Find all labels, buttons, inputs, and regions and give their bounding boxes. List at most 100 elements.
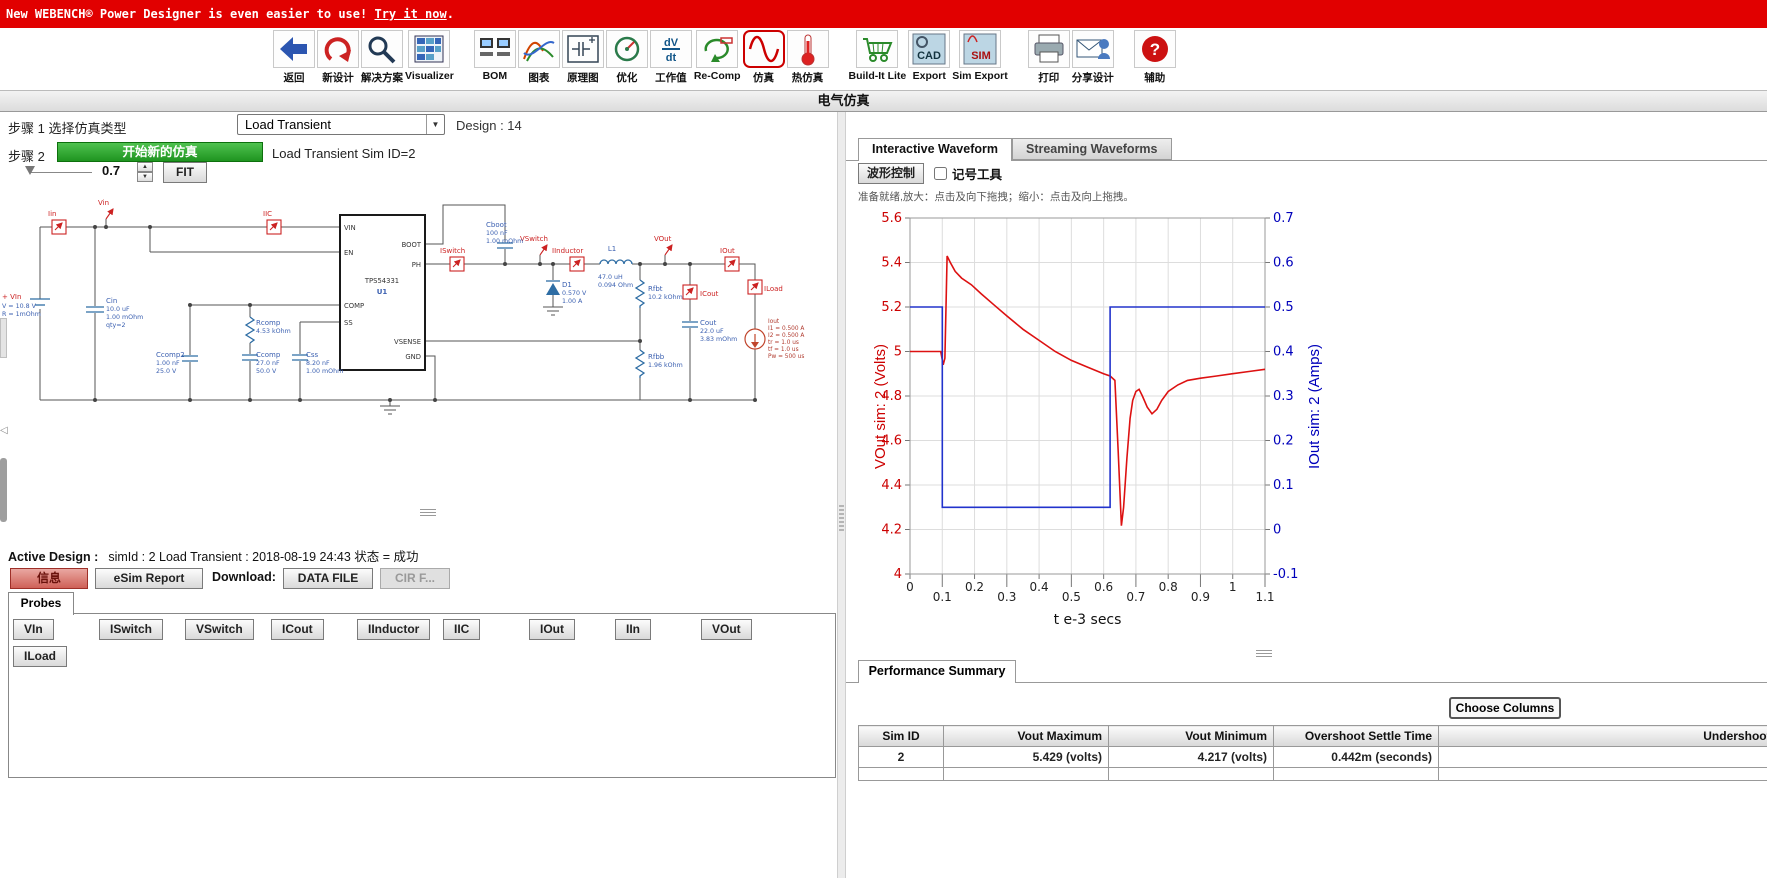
zoom-slider-track[interactable] — [30, 172, 92, 173]
probe-button-iswitch[interactable]: ISwitch — [99, 619, 164, 640]
probe-iinductor[interactable]: IInductor — [552, 247, 585, 272]
probe-iic[interactable]: IIC — [263, 210, 282, 235]
cir-file-button-disabled[interactable]: CIR F... — [380, 568, 450, 589]
component-rfbb[interactable]: Rfbb 1.96 kOhm — [648, 353, 683, 369]
probe-button-iic[interactable]: IIC — [443, 619, 481, 640]
component-cin[interactable]: Cin 10.0 uF 1.00 mOhm qty=2 — [106, 297, 143, 329]
visualizer-grid-icon — [408, 30, 451, 68]
start-simulation-button[interactable]: 开始新的仿真 — [57, 142, 263, 162]
panel-splitter[interactable] — [837, 112, 846, 878]
probes-tab[interactable]: Probes — [8, 592, 74, 615]
svg-text:1.00 nF: 1.00 nF — [156, 360, 180, 367]
tab-performance-summary[interactable]: Performance Summary — [858, 660, 1016, 683]
data-file-button[interactable]: DATA FILE — [283, 568, 373, 589]
stepper-up-button[interactable]: ▲ — [137, 162, 153, 172]
tab-streaming-waveforms[interactable]: Streaming Waveforms — [1011, 138, 1172, 160]
svg-text:Rfbt: Rfbt — [648, 285, 663, 293]
probe-button-icout[interactable]: ICout — [271, 619, 324, 640]
performance-table: Sim ID Vout Maximum Vout Minimum Oversho… — [858, 725, 1767, 781]
svg-text:0.5: 0.5 — [1062, 590, 1081, 604]
toolbar-button-new-design[interactable]: 新设计 — [317, 30, 359, 85]
toolbar-button-build-it-lite[interactable]: Build-It Lite — [849, 30, 906, 82]
component-rfbt[interactable]: Rfbt 10.2 kOhm — [648, 285, 683, 301]
toolbar-button-return[interactable]: 返回 — [273, 30, 315, 85]
toolbar-button-cad-export[interactable]: CAD Export — [908, 30, 951, 82]
toolbar-button-operating-values[interactable]: dV dt 工作值 — [649, 30, 692, 85]
component-vin-source[interactable]: + VIn V = 10.8 V R = 1mOhm — [2, 293, 41, 318]
component-css[interactable]: Css 8.20 nF 1.00 mOhm — [306, 351, 343, 375]
toolbar-button-bom[interactable]: BOM — [473, 30, 516, 82]
svg-text:0.7: 0.7 — [1126, 590, 1145, 604]
download-label: Download: — [212, 570, 276, 584]
svg-text:4: 4 — [894, 567, 902, 582]
probe-button-vin[interactable]: VIn — [13, 619, 54, 640]
toolbar-button-print[interactable]: 打印 — [1027, 30, 1070, 85]
toolbar-button-recomp[interactable]: Re-Comp — [694, 30, 741, 82]
toolbar-button-optimize[interactable]: 优化 — [605, 30, 648, 85]
component-iout-source[interactable]: Iout I1 = 0.500 A I2 = 0.500 A tr = 1.0 … — [768, 319, 804, 360]
zoom-slider-thumb[interactable] — [25, 166, 35, 175]
probe-button-iout[interactable]: IOut — [529, 619, 575, 640]
component-cboot[interactable]: Cboot 100 nF 1.00 mOhm — [486, 221, 523, 245]
tab-interactive-waveform[interactable]: Interactive Waveform — [858, 138, 1012, 161]
toolbar-button-sim-export[interactable]: SIM Sim Export — [952, 30, 1008, 82]
probe-vswitch[interactable]: VSwitch — [520, 235, 548, 256]
probe-button-iload[interactable]: ILoad — [13, 646, 67, 667]
waveform-chart[interactable]: 4 4.2 4.4 4.6 4.8 5 5.2 5.4 5.6 -0.1 0 0.1 0.2 0.3 0.4… — [860, 206, 1380, 646]
sim-export-icon: SIM — [958, 30, 1001, 68]
waveform-control-button[interactable]: 波形控制 — [858, 163, 924, 184]
schematic-canvas[interactable]: VIN EN COMP SS BOOT PH VSENSE GND TPS543… — [0, 195, 840, 430]
waveform-plot[interactable]: 44.24.44.64.855.25.45.6-0.100.10.20.30.4… — [860, 206, 1380, 636]
probe-button-iin[interactable]: IIn — [615, 619, 651, 640]
component-ccomp[interactable]: Ccomp 27.0 nF 50.0 V — [256, 351, 281, 375]
toolbar-button-share-design[interactable]: 分享设计 — [1071, 30, 1114, 85]
component-rcomp[interactable]: Rcomp 4.53 kOhm — [256, 319, 291, 335]
svg-text:Iin: Iin — [48, 210, 56, 218]
component-d1[interactable]: D1 0.570 V 1.00 A — [562, 281, 587, 305]
esim-report-button[interactable]: eSim Report — [95, 568, 203, 589]
component-cout[interactable]: Cout 22.0 uF 3.83 mOhm — [700, 319, 737, 343]
component-ccomp2[interactable]: Ccomp2 1.00 nF 25.0 V — [156, 351, 185, 375]
stepper-down-button[interactable]: ▼ — [137, 172, 153, 182]
choose-columns-button[interactable]: Choose Columns — [1449, 697, 1561, 719]
probe-vout[interactable]: VOut — [654, 235, 673, 256]
svg-text:CAD: CAD — [917, 50, 941, 62]
right-axis-label: IOut sim: 2 (Amps) — [1306, 343, 1323, 469]
probe-icout[interactable]: ICout — [682, 284, 719, 300]
toolbar-button-charts[interactable]: 图表 — [517, 30, 560, 85]
svg-text:Pw = 500 us: Pw = 500 us — [768, 354, 804, 360]
toolbar-button-visualizer[interactable]: Visualizer — [405, 30, 454, 82]
toolbar-button-thermal-sim[interactable]: 热仿真 — [786, 30, 829, 85]
info-button[interactable]: 信息 — [10, 568, 88, 589]
sim-type-dropdown[interactable]: Load Transient ▼ — [237, 114, 445, 135]
svg-text:VSwitch: VSwitch — [520, 235, 548, 243]
svg-text:VIN: VIN — [344, 224, 356, 232]
probe-button-vout[interactable]: VOut — [701, 619, 752, 640]
toolbar-button-simulation[interactable]: 仿真 — [742, 30, 785, 85]
chart-resize-grip[interactable] — [1256, 650, 1272, 657]
svg-text:0.8: 0.8 — [1159, 580, 1178, 594]
ic-u1[interactable]: VIN EN COMP SS BOOT PH VSENSE GND TPS543… — [339, 214, 426, 371]
marker-tool-checkbox[interactable] — [934, 167, 947, 180]
probe-button-vswitch[interactable]: VSwitch — [185, 619, 254, 640]
schematic-resize-grip[interactable] — [420, 509, 436, 516]
design-number-label: Design : 14 — [456, 118, 522, 133]
fit-button[interactable]: FIT — [163, 162, 207, 183]
left-panel-grip[interactable] — [0, 318, 7, 358]
probe-iout[interactable]: IOut — [720, 247, 740, 272]
probe-iswitch[interactable]: ISwitch — [440, 247, 465, 272]
svg-text:qty=2: qty=2 — [106, 322, 125, 329]
probe-iin[interactable]: Iin — [48, 210, 67, 235]
toolbar-button-schematic[interactable]: 原理图 — [561, 30, 604, 85]
probe-vin[interactable]: Vin — [98, 199, 114, 220]
probe-button-iinductor[interactable]: IInductor — [357, 619, 431, 640]
toolbar-button-help[interactable]: ? 辅助 — [1133, 30, 1176, 85]
schematic-scrollbar-thumb[interactable] — [0, 458, 7, 522]
collapse-panel-icon[interactable]: ◁ — [0, 425, 8, 436]
svg-text:Ccomp2: Ccomp2 — [156, 351, 185, 359]
banner-link[interactable]: Try it now — [374, 7, 446, 21]
toolbar-button-solutions[interactable]: 解决方案 — [361, 30, 403, 85]
svg-text:SS: SS — [344, 319, 353, 327]
probe-iload[interactable]: ILoad — [747, 279, 783, 295]
component-l1[interactable]: L1 47.0 uH 0.094 Ohm — [598, 245, 633, 289]
